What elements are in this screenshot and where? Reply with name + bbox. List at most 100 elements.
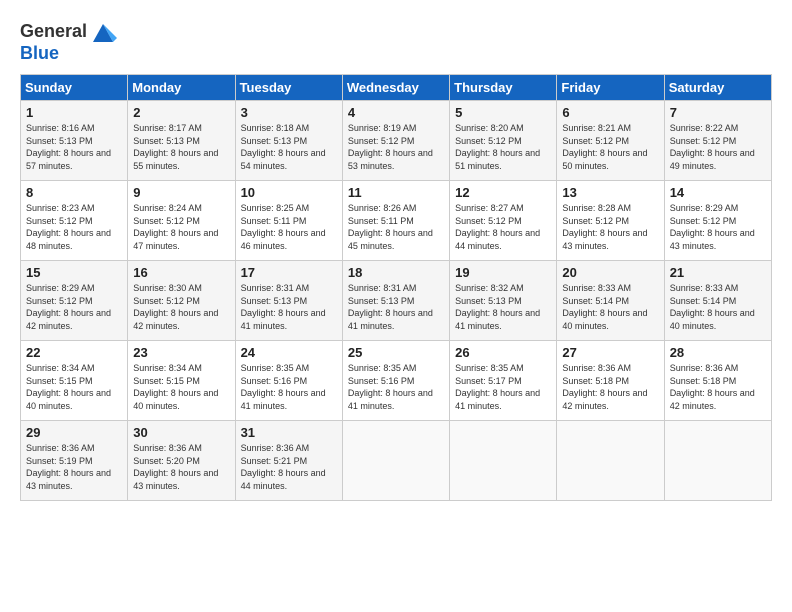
- day-number: 12: [455, 185, 551, 200]
- calendar-cell: 15 Sunrise: 8:29 AMSunset: 5:12 PMDaylig…: [21, 261, 128, 341]
- day-number: 14: [670, 185, 766, 200]
- day-info: Sunrise: 8:23 AMSunset: 5:12 PMDaylight:…: [26, 203, 111, 251]
- day-info: Sunrise: 8:20 AMSunset: 5:12 PMDaylight:…: [455, 123, 540, 171]
- calendar-header-monday: Monday: [128, 75, 235, 101]
- calendar-cell: 10 Sunrise: 8:25 AMSunset: 5:11 PMDaylig…: [235, 181, 342, 261]
- calendar-cell: 25 Sunrise: 8:35 AMSunset: 5:16 PMDaylig…: [342, 341, 449, 421]
- day-info: Sunrise: 8:35 AMSunset: 5:16 PMDaylight:…: [241, 363, 326, 411]
- day-info: Sunrise: 8:36 AMSunset: 5:18 PMDaylight:…: [670, 363, 755, 411]
- day-info: Sunrise: 8:16 AMSunset: 5:13 PMDaylight:…: [26, 123, 111, 171]
- calendar-cell: [342, 421, 449, 501]
- calendar-header-friday: Friday: [557, 75, 664, 101]
- day-info: Sunrise: 8:36 AMSunset: 5:19 PMDaylight:…: [26, 443, 111, 491]
- calendar-body: 1 Sunrise: 8:16 AMSunset: 5:13 PMDayligh…: [21, 101, 772, 501]
- day-number: 15: [26, 265, 122, 280]
- day-number: 4: [348, 105, 444, 120]
- calendar-header-thursday: Thursday: [450, 75, 557, 101]
- day-number: 22: [26, 345, 122, 360]
- calendar-cell: 19 Sunrise: 8:32 AMSunset: 5:13 PMDaylig…: [450, 261, 557, 341]
- calendar-cell: 2 Sunrise: 8:17 AMSunset: 5:13 PMDayligh…: [128, 101, 235, 181]
- day-info: Sunrise: 8:24 AMSunset: 5:12 PMDaylight:…: [133, 203, 218, 251]
- calendar-cell: 26 Sunrise: 8:35 AMSunset: 5:17 PMDaylig…: [450, 341, 557, 421]
- calendar-cell: [664, 421, 771, 501]
- logo-blue-text: Blue: [20, 43, 59, 63]
- calendar-cell: 12 Sunrise: 8:27 AMSunset: 5:12 PMDaylig…: [450, 181, 557, 261]
- calendar-header-sunday: Sunday: [21, 75, 128, 101]
- calendar-cell: 8 Sunrise: 8:23 AMSunset: 5:12 PMDayligh…: [21, 181, 128, 261]
- day-number: 2: [133, 105, 229, 120]
- calendar-cell: 18 Sunrise: 8:31 AMSunset: 5:13 PMDaylig…: [342, 261, 449, 341]
- day-info: Sunrise: 8:19 AMSunset: 5:12 PMDaylight:…: [348, 123, 433, 171]
- day-info: Sunrise: 8:36 AMSunset: 5:21 PMDaylight:…: [241, 443, 326, 491]
- calendar-week-2: 8 Sunrise: 8:23 AMSunset: 5:12 PMDayligh…: [21, 181, 772, 261]
- calendar-cell: 14 Sunrise: 8:29 AMSunset: 5:12 PMDaylig…: [664, 181, 771, 261]
- day-info: Sunrise: 8:25 AMSunset: 5:11 PMDaylight:…: [241, 203, 326, 251]
- day-number: 28: [670, 345, 766, 360]
- calendar-week-4: 22 Sunrise: 8:34 AMSunset: 5:15 PMDaylig…: [21, 341, 772, 421]
- day-info: Sunrise: 8:36 AMSunset: 5:18 PMDaylight:…: [562, 363, 647, 411]
- day-number: 17: [241, 265, 337, 280]
- calendar-cell: 30 Sunrise: 8:36 AMSunset: 5:20 PMDaylig…: [128, 421, 235, 501]
- calendar-cell: 29 Sunrise: 8:36 AMSunset: 5:19 PMDaylig…: [21, 421, 128, 501]
- day-info: Sunrise: 8:26 AMSunset: 5:11 PMDaylight:…: [348, 203, 433, 251]
- day-info: Sunrise: 8:31 AMSunset: 5:13 PMDaylight:…: [241, 283, 326, 331]
- calendar-cell: 1 Sunrise: 8:16 AMSunset: 5:13 PMDayligh…: [21, 101, 128, 181]
- day-number: 7: [670, 105, 766, 120]
- calendar-week-5: 29 Sunrise: 8:36 AMSunset: 5:19 PMDaylig…: [21, 421, 772, 501]
- day-number: 3: [241, 105, 337, 120]
- day-info: Sunrise: 8:35 AMSunset: 5:16 PMDaylight:…: [348, 363, 433, 411]
- calendar-cell: 20 Sunrise: 8:33 AMSunset: 5:14 PMDaylig…: [557, 261, 664, 341]
- calendar-cell: 23 Sunrise: 8:34 AMSunset: 5:15 PMDaylig…: [128, 341, 235, 421]
- calendar-header-row: SundayMondayTuesdayWednesdayThursdayFrid…: [21, 75, 772, 101]
- calendar-cell: 3 Sunrise: 8:18 AMSunset: 5:13 PMDayligh…: [235, 101, 342, 181]
- calendar-cell: 28 Sunrise: 8:36 AMSunset: 5:18 PMDaylig…: [664, 341, 771, 421]
- day-number: 25: [348, 345, 444, 360]
- day-number: 8: [26, 185, 122, 200]
- day-info: Sunrise: 8:22 AMSunset: 5:12 PMDaylight:…: [670, 123, 755, 171]
- calendar-cell: 4 Sunrise: 8:19 AMSunset: 5:12 PMDayligh…: [342, 101, 449, 181]
- day-number: 11: [348, 185, 444, 200]
- calendar-cell: 16 Sunrise: 8:30 AMSunset: 5:12 PMDaylig…: [128, 261, 235, 341]
- day-info: Sunrise: 8:29 AMSunset: 5:12 PMDaylight:…: [26, 283, 111, 331]
- day-info: Sunrise: 8:33 AMSunset: 5:14 PMDaylight:…: [670, 283, 755, 331]
- day-info: Sunrise: 8:28 AMSunset: 5:12 PMDaylight:…: [562, 203, 647, 251]
- day-info: Sunrise: 8:18 AMSunset: 5:13 PMDaylight:…: [241, 123, 326, 171]
- calendar-cell: 5 Sunrise: 8:20 AMSunset: 5:12 PMDayligh…: [450, 101, 557, 181]
- day-number: 18: [348, 265, 444, 280]
- logo: General Blue: [20, 18, 117, 64]
- day-number: 6: [562, 105, 658, 120]
- calendar-table: SundayMondayTuesdayWednesdayThursdayFrid…: [20, 74, 772, 501]
- calendar-cell: [450, 421, 557, 501]
- day-info: Sunrise: 8:30 AMSunset: 5:12 PMDaylight:…: [133, 283, 218, 331]
- calendar-header-tuesday: Tuesday: [235, 75, 342, 101]
- day-info: Sunrise: 8:17 AMSunset: 5:13 PMDaylight:…: [133, 123, 218, 171]
- day-number: 13: [562, 185, 658, 200]
- calendar-cell: 13 Sunrise: 8:28 AMSunset: 5:12 PMDaylig…: [557, 181, 664, 261]
- calendar-header-saturday: Saturday: [664, 75, 771, 101]
- calendar-cell: 17 Sunrise: 8:31 AMSunset: 5:13 PMDaylig…: [235, 261, 342, 341]
- calendar-cell: 27 Sunrise: 8:36 AMSunset: 5:18 PMDaylig…: [557, 341, 664, 421]
- calendar-cell: 9 Sunrise: 8:24 AMSunset: 5:12 PMDayligh…: [128, 181, 235, 261]
- calendar-cell: 22 Sunrise: 8:34 AMSunset: 5:15 PMDaylig…: [21, 341, 128, 421]
- calendar-week-3: 15 Sunrise: 8:29 AMSunset: 5:12 PMDaylig…: [21, 261, 772, 341]
- calendar-header-wednesday: Wednesday: [342, 75, 449, 101]
- calendar-cell: 11 Sunrise: 8:26 AMSunset: 5:11 PMDaylig…: [342, 181, 449, 261]
- day-number: 27: [562, 345, 658, 360]
- day-info: Sunrise: 8:34 AMSunset: 5:15 PMDaylight:…: [26, 363, 111, 411]
- day-number: 24: [241, 345, 337, 360]
- day-info: Sunrise: 8:33 AMSunset: 5:14 PMDaylight:…: [562, 283, 647, 331]
- day-number: 16: [133, 265, 229, 280]
- logo-icon: [89, 18, 117, 46]
- day-info: Sunrise: 8:27 AMSunset: 5:12 PMDaylight:…: [455, 203, 540, 251]
- calendar-cell: [557, 421, 664, 501]
- day-info: Sunrise: 8:32 AMSunset: 5:13 PMDaylight:…: [455, 283, 540, 331]
- day-number: 1: [26, 105, 122, 120]
- day-number: 21: [670, 265, 766, 280]
- day-number: 23: [133, 345, 229, 360]
- day-number: 20: [562, 265, 658, 280]
- calendar-cell: 24 Sunrise: 8:35 AMSunset: 5:16 PMDaylig…: [235, 341, 342, 421]
- calendar-cell: 21 Sunrise: 8:33 AMSunset: 5:14 PMDaylig…: [664, 261, 771, 341]
- calendar-cell: 7 Sunrise: 8:22 AMSunset: 5:12 PMDayligh…: [664, 101, 771, 181]
- logo-general-text: General: [20, 22, 87, 42]
- day-info: Sunrise: 8:29 AMSunset: 5:12 PMDaylight:…: [670, 203, 755, 251]
